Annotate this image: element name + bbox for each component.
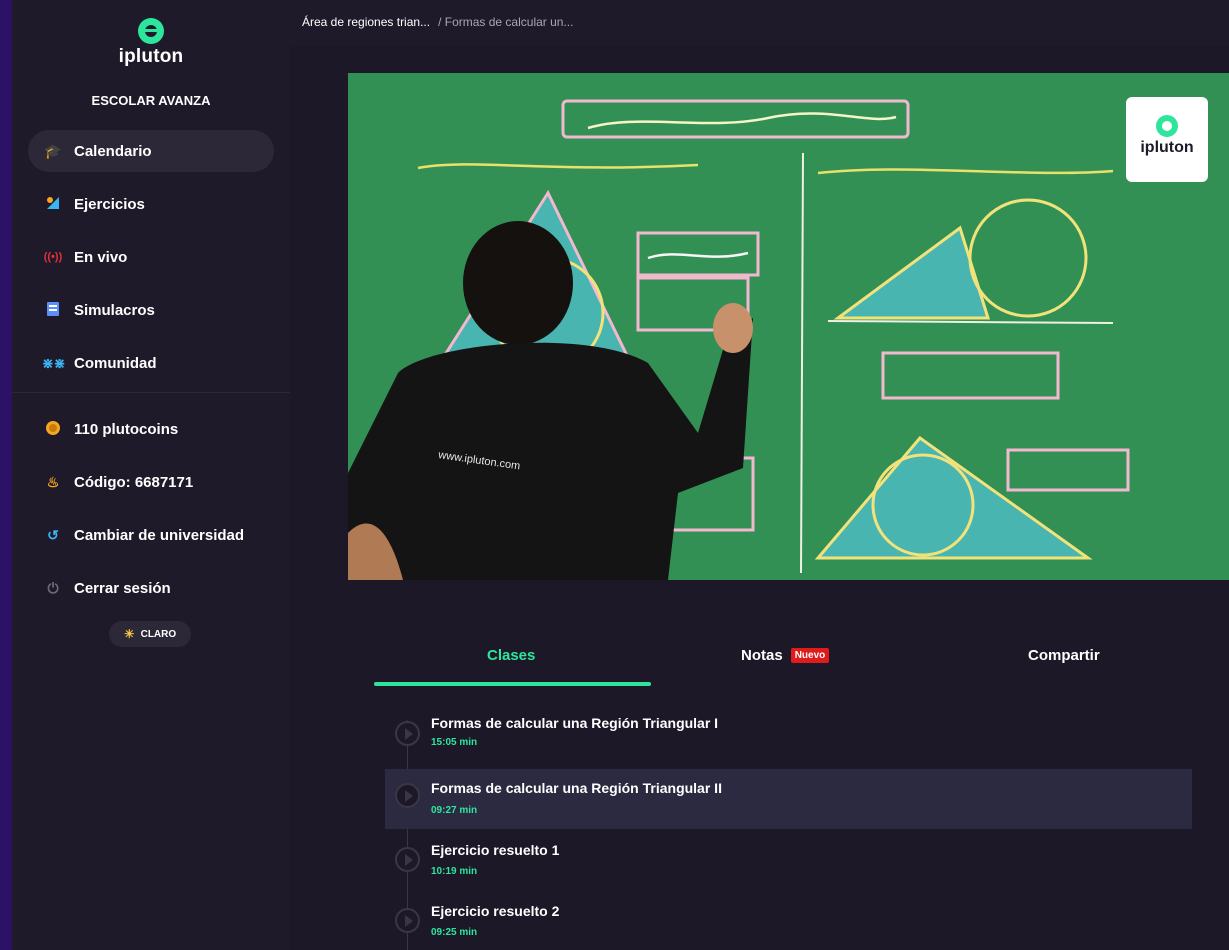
school-name: ESCOLAR AVANZA <box>91 93 211 108</box>
student-code[interactable]: ♨ Código: 6687171 <box>28 461 274 503</box>
logout-button[interactable]: ⏻ Cerrar sesión <box>28 567 274 609</box>
sidebar: ipluton ESCOLAR AVANZA 🎓 Calendario Ejer… <box>12 0 290 950</box>
broadcast-icon: ((•)) <box>43 251 63 263</box>
logout-label: Cerrar sesión <box>74 579 171 597</box>
video-player[interactable]: www.ipluton.com ipluton <box>348 73 1229 580</box>
lesson-title: Ejercicio resuelto 1 <box>431 842 560 858</box>
sidebar-item-en-vivo[interactable]: ((•)) En vivo <box>28 236 274 278</box>
video-watermark-logo: ipluton <box>1126 97 1208 182</box>
active-tab-indicator <box>374 682 651 686</box>
lesson-duration: 09:27 min <box>431 805 478 816</box>
bell-icon: ♨ <box>46 473 60 490</box>
top-bar: Área de regiones trian... / Formas de ca… <box>290 0 1229 46</box>
breadcrumb-lesson[interactable]: / Formas de calcular un... <box>438 15 573 29</box>
power-icon: ⏻ <box>47 579 59 596</box>
theme-toggle[interactable]: ☀ CLARO <box>109 621 191 647</box>
new-badge: Nuevo <box>790 648 830 663</box>
student-code-label: Código: 6687171 <box>74 473 194 491</box>
sun-icon: ☀ <box>123 627 135 641</box>
sidebar-item-simulacros[interactable]: Simulacros <box>28 289 274 331</box>
change-university-button[interactable]: ↺ Cambiar de universidad <box>28 514 274 556</box>
sidebar-item-label: En vivo <box>74 248 128 266</box>
sidebar-item-label: Calendario <box>74 142 152 160</box>
video-logo-text: ipluton <box>1140 139 1194 156</box>
play-icon <box>395 721 420 746</box>
graduation-cap-icon: 🎓 <box>44 142 62 159</box>
lesson-duration: 10:19 min <box>431 866 478 877</box>
tab-clases[interactable]: Clases <box>487 647 535 664</box>
lesson-item-active[interactable]: Formas de calcular una Región Triangular… <box>385 769 1192 829</box>
play-icon <box>395 908 420 933</box>
play-icon <box>395 847 420 872</box>
people-icon: ⋇⋇ <box>42 354 66 371</box>
sidebar-item-calendario[interactable]: 🎓 Calendario <box>28 130 274 172</box>
breadcrumb: Área de regiones trian... / Formas de ca… <box>302 15 573 29</box>
coin-icon <box>42 420 64 439</box>
brand-logo[interactable]: ipluton <box>12 18 290 68</box>
window-edge <box>0 0 12 950</box>
tab-notas-label: Notas <box>741 647 783 664</box>
tab-compartir-label: Compartir <box>1028 647 1100 664</box>
lesson-duration: 15:05 min <box>431 737 478 748</box>
sidebar-item-label: Simulacros <box>74 301 155 319</box>
plutocoins-balance[interactable]: 110 plutocoins <box>28 408 274 450</box>
swap-icon: ↺ <box>47 526 59 543</box>
breadcrumb-course[interactable]: Área de regiones trian... <box>302 15 430 29</box>
tab-compartir[interactable]: Compartir <box>1028 647 1100 664</box>
tab-notas[interactable]: Notas Nuevo <box>741 647 830 664</box>
lesson-title: Ejercicio resuelto 2 <box>431 903 560 919</box>
sidebar-item-ejercicios[interactable]: Ejercicios <box>28 183 274 225</box>
plutocoins-label: 110 plutocoins <box>74 420 179 438</box>
lesson-duration: 09:25 min <box>431 927 478 938</box>
change-university-label: Cambiar de universidad <box>74 526 245 544</box>
lesson-item[interactable]: Formas de calcular una Región Triangular… <box>385 703 1192 763</box>
theme-label: CLARO <box>140 628 177 640</box>
tab-clases-label: Clases <box>487 647 536 664</box>
sidebar-item-label: Ejercicios <box>74 195 145 213</box>
lesson-item[interactable]: Ejercicio resuelto 2 09:25 min <box>385 890 1192 950</box>
sidebar-divider <box>12 392 290 393</box>
chalkboard-lesson-image: www.ipluton.com <box>348 73 1229 580</box>
sidebar-item-label: Comunidad <box>74 354 157 372</box>
lesson-item[interactable]: Ejercicio resuelto 1 10:19 min <box>385 829 1192 889</box>
clipboard-icon <box>42 301 64 320</box>
brand-name: ipluton <box>118 46 184 67</box>
lesson-title: Formas de calcular una Región Triangular… <box>431 715 719 731</box>
sidebar-item-comunidad[interactable]: ⋇⋇ Comunidad <box>28 342 274 384</box>
ipluton-logo-icon <box>1156 115 1178 137</box>
lesson-title: Formas de calcular una Región Triangular… <box>431 780 722 796</box>
play-icon <box>395 783 420 808</box>
pencil-ruler-icon <box>42 195 64 214</box>
ipluton-logo-icon <box>138 18 164 44</box>
